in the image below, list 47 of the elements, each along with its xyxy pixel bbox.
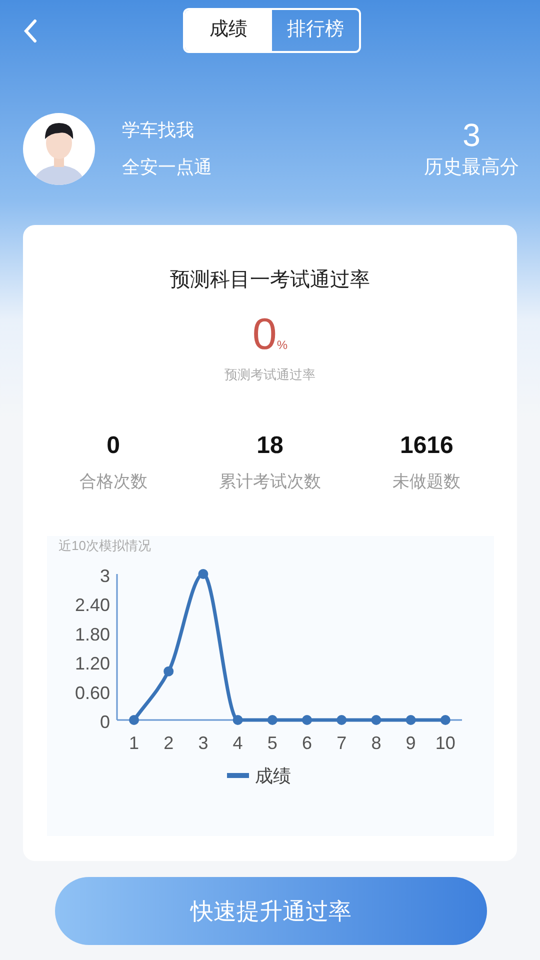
y-tick-label: 1.80 bbox=[74, 624, 110, 644]
legend-label: 成绩 bbox=[254, 766, 290, 786]
data-point bbox=[128, 715, 138, 725]
tab[interactable]: 成绩 bbox=[185, 10, 272, 51]
data-point bbox=[440, 715, 450, 725]
x-tick-label: 1 bbox=[128, 733, 138, 753]
pass-rate-label: 预测考试通过率 bbox=[224, 366, 316, 384]
y-tick-label: 0 bbox=[99, 712, 110, 732]
data-point bbox=[266, 715, 277, 725]
stat-label: 合格次数 bbox=[79, 470, 148, 492]
stat-value: 18 bbox=[256, 432, 284, 460]
data-point bbox=[336, 715, 346, 725]
x-tick-label: 8 bbox=[370, 733, 381, 753]
pass-rate-unit: % bbox=[276, 337, 288, 354]
improve-pass-rate-button[interactable]: 快速提升通过率 bbox=[55, 877, 487, 945]
y-tick-label: 1.20 bbox=[74, 654, 110, 674]
x-tick-label: 5 bbox=[266, 733, 277, 753]
x-tick-label: 6 bbox=[302, 733, 312, 753]
y-tick-label: 0.60 bbox=[74, 682, 110, 703]
x-tick-label: 7 bbox=[336, 733, 346, 753]
x-tick-label: 3 bbox=[198, 733, 208, 753]
back-icon bbox=[23, 19, 37, 43]
data-point bbox=[198, 569, 208, 579]
y-tick-label: 3 bbox=[99, 566, 110, 586]
data-point bbox=[302, 715, 312, 725]
x-tick-label: 9 bbox=[405, 733, 416, 753]
stat-value: 1616 bbox=[400, 432, 454, 460]
stat-label: 累计考试次数 bbox=[218, 470, 321, 492]
x-tick-label: 2 bbox=[163, 733, 174, 753]
data-point bbox=[232, 715, 242, 725]
user-subtitle: 全安一点通 bbox=[122, 156, 212, 179]
chart-title: 近10次模拟情况 bbox=[58, 537, 151, 555]
best-score: 3 bbox=[462, 116, 480, 154]
stat-label: 未做题数 bbox=[392, 470, 461, 492]
user-name: 学车找我 bbox=[122, 119, 195, 142]
card-title: 预测科目一考试通过率 bbox=[170, 268, 370, 293]
x-tick-label: 10 bbox=[434, 733, 455, 753]
best-score-label: 历史最高分 bbox=[424, 156, 519, 180]
data-point bbox=[370, 715, 381, 725]
data-point bbox=[163, 666, 174, 676]
tab[interactable]: 排行榜 bbox=[272, 10, 359, 51]
avatar bbox=[23, 113, 95, 185]
data-point bbox=[405, 715, 416, 725]
pass-rate: 0 bbox=[252, 311, 277, 359]
y-tick-label: 2.40 bbox=[74, 595, 110, 616]
x-tick-label: 4 bbox=[232, 733, 242, 753]
stat-value: 0 bbox=[106, 432, 120, 460]
